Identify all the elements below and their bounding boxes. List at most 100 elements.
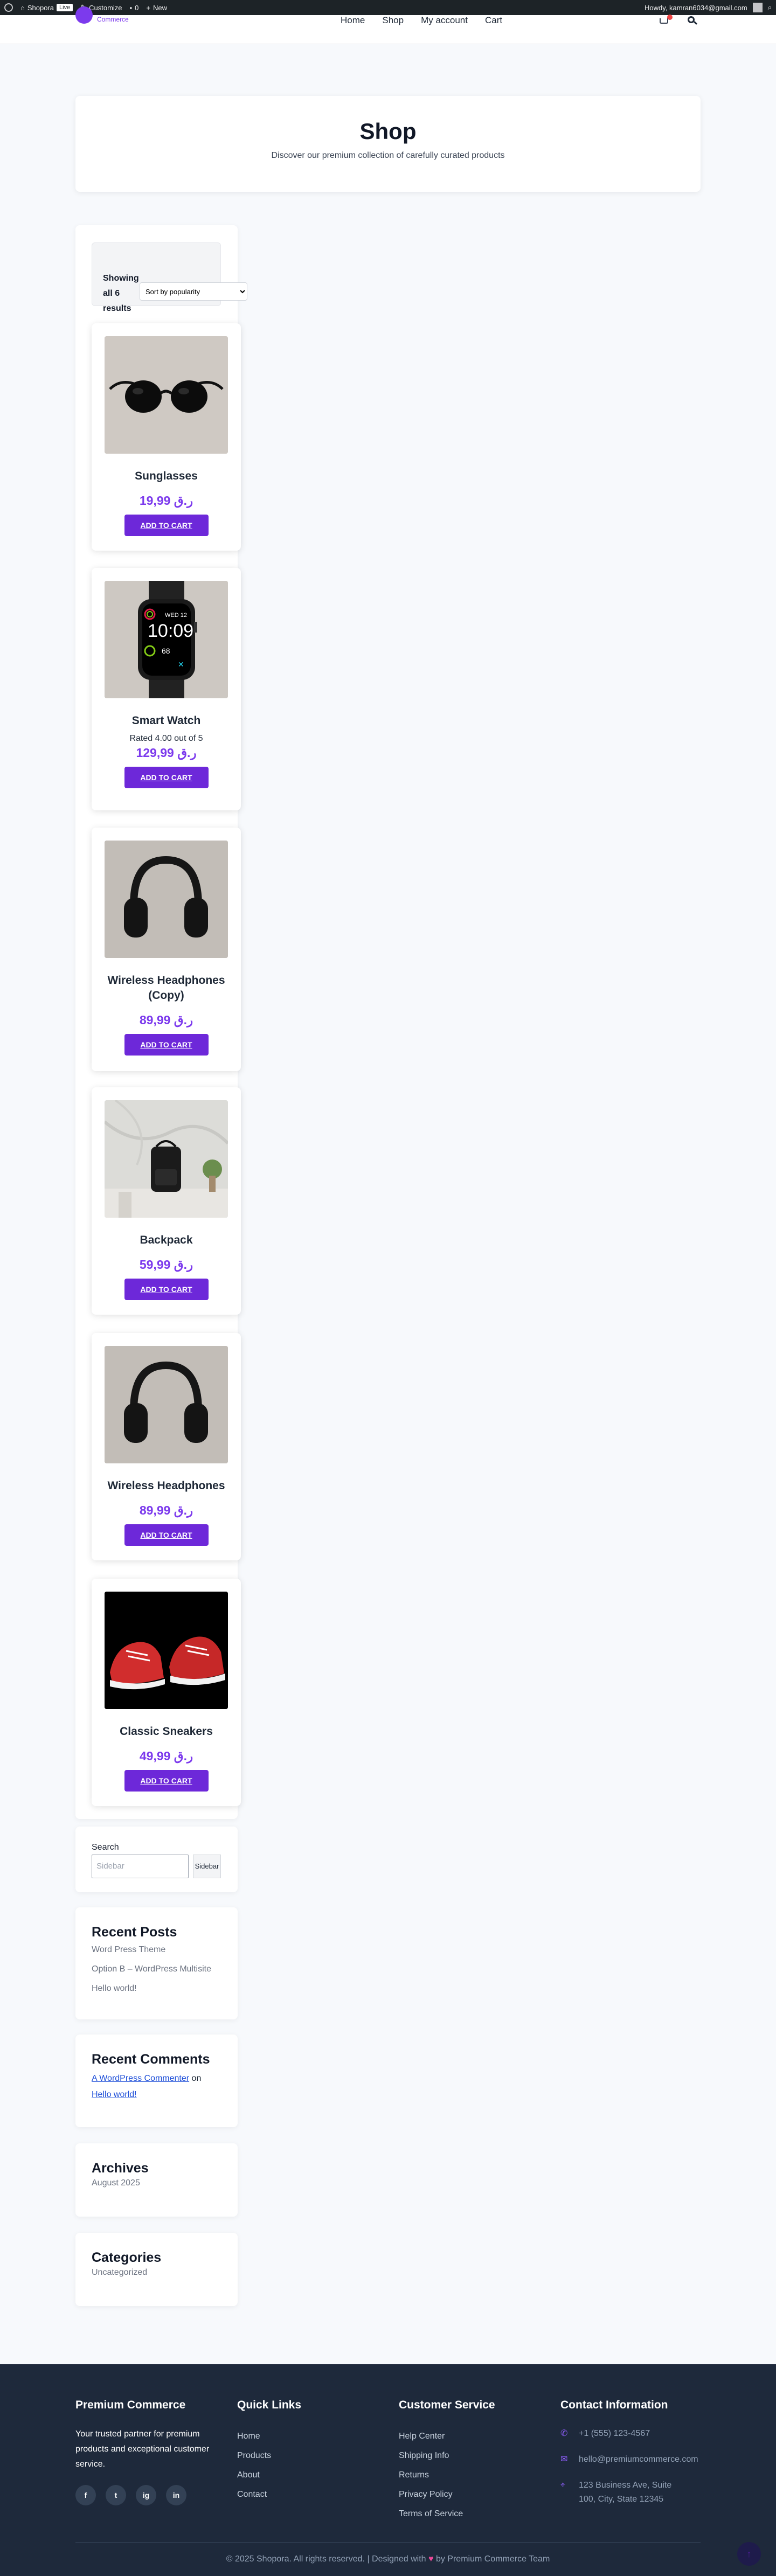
shop-hero: Shop Discover our premium collection of …	[75, 96, 701, 192]
add-to-cart-button[interactable]: ADD TO CART	[124, 515, 209, 536]
recent-comments-title: Recent Comments	[92, 2052, 210, 2067]
product-image-smart-watch[interactable]: WED 12 10:09 68 ✕	[105, 581, 228, 698]
product-price: ر.ق 89,99	[139, 1013, 193, 1027]
plus-icon: +	[146, 3, 150, 12]
main-navigation: Home Shop My account Cart	[341, 15, 502, 26]
linkedin-icon[interactable]: in	[166, 2485, 186, 2505]
product-image-backpack[interactable]	[105, 1100, 228, 1218]
footer-link-about[interactable]: About	[237, 2466, 377, 2485]
search-label: Search	[92, 1843, 119, 1852]
new-label: New	[153, 3, 167, 12]
product-title[interactable]: Wireless Headphones (Copy)	[92, 973, 241, 1003]
contact-address: ⌖ 123 Business Ave, Suite 100, City, Stat…	[560, 2478, 690, 2506]
product-price: ر.ق 59,99	[139, 1258, 193, 1272]
quick-links-title: Quick Links	[237, 2399, 302, 2411]
admin-bar-site[interactable]: ⌂ Shopora Live	[20, 4, 73, 12]
twitter-icon[interactable]: t	[106, 2485, 126, 2505]
product-card[interactable]: WED 12 10:09 68 ✕ Smart Watch Rated 4.00…	[92, 568, 241, 810]
footer-link-home[interactable]: Home	[237, 2427, 377, 2446]
heart-icon: ♥	[428, 2554, 434, 2564]
wordpress-logo-icon[interactable]	[4, 3, 13, 12]
product-card[interactable]: Backpack ر.ق 59,99 ADD TO CART	[92, 1087, 241, 1315]
sidebar-search-input[interactable]: Sidebar	[92, 1855, 189, 1878]
facebook-icon[interactable]: f	[75, 2485, 96, 2505]
add-to-cart-button[interactable]: ADD TO CART	[124, 1034, 209, 1056]
phone-text[interactable]: +1 (555) 123-4567	[579, 2427, 650, 2441]
product-image-headphones[interactable]	[105, 841, 228, 958]
product-card[interactable]: Classic Sneakers ر.ق 49,99 ADD TO CART	[92, 1579, 241, 1806]
nav-cart[interactable]: Cart	[485, 15, 502, 26]
archives-title: Archives	[92, 2161, 149, 2176]
footer-brand-title: Premium Commerce	[75, 2399, 186, 2411]
footer-link-privacy[interactable]: Privacy Policy	[399, 2485, 539, 2504]
home-icon: ⌂	[20, 3, 25, 12]
add-to-cart-button[interactable]: ADD TO CART	[124, 1524, 209, 1546]
cart-badge	[667, 15, 673, 20]
product-title[interactable]: Smart Watch	[92, 713, 241, 728]
nav-home[interactable]: Home	[341, 15, 365, 26]
comment-icon: ▪	[129, 3, 133, 12]
footer-link-returns[interactable]: Returns	[399, 2466, 539, 2485]
site-header: Commerce Home Shop My account Cart	[0, 6, 776, 44]
archives-widget: Archives August 2025	[75, 2143, 238, 2217]
back-to-top-button[interactable]: ↑	[737, 2542, 761, 2566]
product-card[interactable]: Wireless Headphones ر.ق 89,99 ADD TO CAR…	[92, 1333, 241, 1560]
avatar[interactable]	[752, 3, 763, 12]
product-title[interactable]: Backpack	[92, 1233, 241, 1248]
footer-link-products[interactable]: Products	[237, 2446, 377, 2466]
address-text: 123 Business Ave, Suite 100, City, State…	[579, 2481, 672, 2504]
product-title[interactable]: Sunglasses	[92, 469, 241, 484]
product-price: ر.ق 89,99	[139, 1503, 193, 1517]
footer-link-shipping[interactable]: Shipping Info	[399, 2446, 539, 2466]
footer-link-terms[interactable]: Terms of Service	[399, 2504, 539, 2524]
search-icon[interactable]: ⌕	[768, 3, 772, 12]
footer-link-contact[interactable]: Contact	[237, 2485, 377, 2504]
footer-customer-service: Customer Service Help Center Shipping In…	[399, 2399, 539, 2524]
product-image-sneakers[interactable]	[105, 1592, 228, 1709]
admin-bar-new[interactable]: + New	[146, 4, 167, 12]
product-title[interactable]: Wireless Headphones	[92, 1478, 241, 1494]
contact-title: Contact Information	[560, 2399, 668, 2411]
add-to-cart-button[interactable]: ADD TO CART	[124, 1279, 209, 1300]
watch-bpm: 68	[162, 647, 170, 655]
search-widget: Search Sidebar Sidebar	[75, 1827, 238, 1892]
watch-day: WED 12	[165, 612, 187, 619]
recent-post-link[interactable]: Word Press Theme	[92, 1940, 221, 1960]
product-title[interactable]: Classic Sneakers	[92, 1724, 241, 1739]
comment-on-text: on	[191, 2074, 202, 2083]
nav-my-account[interactable]: My account	[421, 15, 468, 26]
product-card[interactable]: Sunglasses ر.ق 19,99 ADD TO CART	[92, 323, 241, 551]
nav-shop[interactable]: Shop	[382, 15, 404, 26]
footer-contact: Contact Information ✆ +1 (555) 123-4567 ✉…	[560, 2399, 701, 2518]
cart-icon[interactable]	[659, 15, 673, 25]
product-price: ر.ق 129,99	[136, 746, 197, 760]
copyright-prefix: © 2025 Shopora. All rights reserved. | D…	[226, 2554, 426, 2564]
add-to-cart-button[interactable]: ADD TO CART	[124, 1770, 209, 1792]
product-image-sunglasses[interactable]	[105, 336, 228, 454]
orderby-select[interactable]: Sort by popularity	[140, 282, 247, 301]
product-card[interactable]: Wireless Headphones (Copy) ر.ق 89,99 ADD…	[92, 828, 241, 1071]
recent-posts-widget: Recent Posts Word Press Theme Option B –…	[75, 1907, 238, 2019]
product-image-headphones[interactable]	[105, 1346, 228, 1463]
instagram-icon[interactable]: ig	[136, 2485, 156, 2505]
howdy-account[interactable]: Howdy, kamran6034@gmail.com	[645, 4, 747, 12]
recent-comment-item: A WordPress Commenter on Hello world!	[92, 2071, 221, 2103]
sidebar-search-button[interactable]: Sidebar	[193, 1855, 221, 1878]
rating-text: Rated 4.00 out of 5	[129, 734, 203, 743]
page-title: Shop	[359, 119, 417, 144]
admin-bar-comments[interactable]: ▪ 0	[130, 4, 139, 12]
comment-post-link[interactable]: Hello world!	[92, 2090, 137, 2099]
recent-post-link[interactable]: Option B – WordPress Multisite	[92, 1960, 221, 1979]
header-search-icon[interactable]	[688, 16, 698, 26]
logo-text: Commerce	[97, 16, 129, 23]
category-link[interactable]: Uncategorized	[92, 2266, 221, 2280]
site-logo[interactable]: Commerce	[75, 6, 129, 24]
footer-link-help-center[interactable]: Help Center	[399, 2427, 539, 2446]
customize-label: Customize	[89, 3, 122, 12]
add-to-cart-button[interactable]: ADD TO CART	[124, 767, 209, 788]
archive-link[interactable]: August 2025	[92, 2176, 221, 2190]
recent-post-link[interactable]: Hello world!	[92, 1979, 221, 1998]
email-text[interactable]: hello@premiumcommerce.com	[579, 2453, 698, 2467]
arrow-up-icon: ↑	[746, 2549, 752, 2559]
comment-author-link[interactable]: A WordPress Commenter	[92, 2074, 189, 2083]
